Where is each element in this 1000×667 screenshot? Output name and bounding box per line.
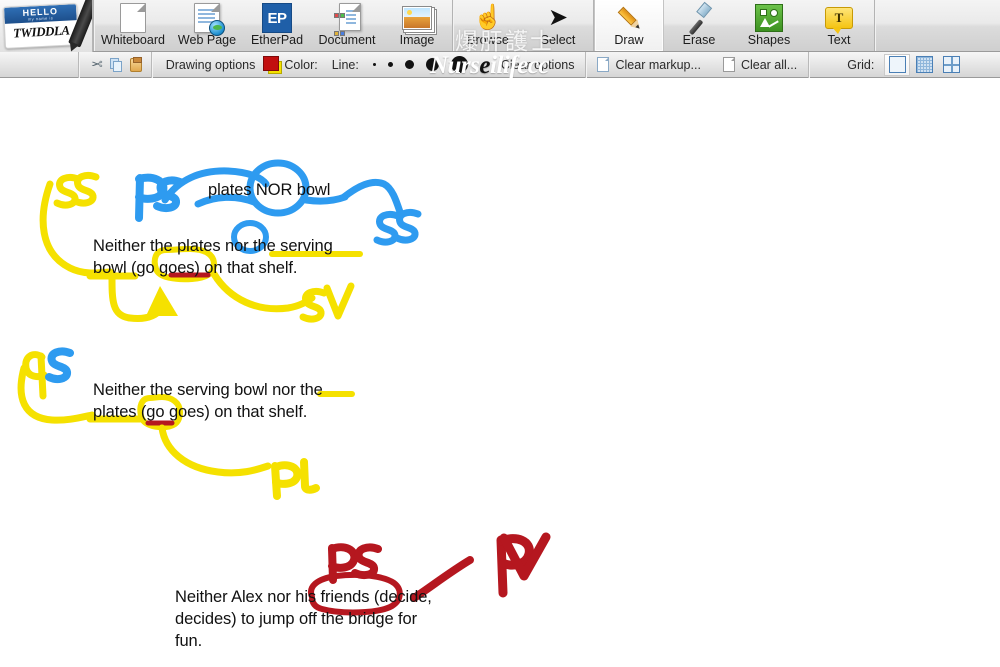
tab-document-label: Document <box>318 33 376 47</box>
line-width-1[interactable] <box>372 63 376 66</box>
line-width-3[interactable] <box>404 60 414 69</box>
grid-quad-button[interactable] <box>938 54 964 76</box>
color-swatch-button[interactable] <box>263 55 283 74</box>
clear-all-button[interactable]: Clear all... <box>712 57 808 72</box>
clear-all-label: Clear all... <box>740 57 798 72</box>
line-width-4[interactable] <box>425 58 439 71</box>
line-label: Line: <box>331 57 359 72</box>
line-width-group: Line: <box>322 56 468 73</box>
page-blue-icon <box>597 57 610 72</box>
tool-select-label: Select <box>540 33 576 47</box>
pencil-icon <box>614 3 644 33</box>
cursor-arrow-icon: ➤ <box>547 4 569 31</box>
eraser-icon <box>684 1 714 36</box>
ink-red-s-3 <box>351 543 382 580</box>
text-balloon-icon: T <box>825 3 853 34</box>
main-toolbar: HELLO my name is TWIDDLA Whiteboard Web … <box>0 0 1000 52</box>
ink-yellow-sv-curve <box>210 270 316 313</box>
image-icon <box>402 3 432 33</box>
twiddla-logo[interactable]: HELLO my name is TWIDDLA <box>0 0 93 52</box>
draw-tool-group: Draw Erase Shapes T Text <box>594 0 874 51</box>
line-width-2[interactable] <box>387 62 393 67</box>
tab-etherpad-label: EtherPad <box>250 33 304 47</box>
logo-brand-text: TWIDDLA <box>12 22 70 41</box>
tab-web-page[interactable]: Web Page <box>172 0 242 51</box>
document-icon <box>333 3 361 36</box>
clipboard-group: ✂ <box>79 56 151 73</box>
ink-blue-s-2 <box>45 347 74 384</box>
tool-browse[interactable]: ☝ Browse <box>453 0 523 51</box>
mode-tool-group: ☝ Browse ➤ Select <box>453 0 593 51</box>
ink-yellow-curve-pl <box>158 424 272 477</box>
line-width-5[interactable] <box>450 56 468 73</box>
clear-markup-button[interactable]: Clear markup... <box>586 57 711 72</box>
tab-web-page-label: Web Page <box>177 33 237 47</box>
paste-icon[interactable] <box>129 56 142 72</box>
sentence-block-2[interactable]: Neither the serving bowl nor the plates … <box>93 379 323 423</box>
hand-icon: ☝ <box>473 4 503 31</box>
tool-text[interactable]: T Text <box>804 0 874 51</box>
options-toolbar: ✂ Drawing options Color: Line: Clear opt… <box>0 51 1000 78</box>
ink-yellow-ss1-b <box>71 171 100 207</box>
tab-document[interactable]: Document <box>312 0 382 51</box>
twiddla-app: HELLO my name is TWIDDLA Whiteboard Web … <box>0 0 1000 667</box>
etherpad-icon: EP <box>262 3 292 33</box>
ink-yellow-arrowhead <box>146 286 178 316</box>
ink-yellow-v-of-sv <box>323 282 355 320</box>
toolbar-filler <box>875 0 1000 51</box>
tab-image-label: Image <box>399 33 435 47</box>
ink-blue-arc-right <box>340 178 404 216</box>
tab-etherpad[interactable]: EP EtherPad <box>242 0 312 51</box>
copy-icon[interactable] <box>109 57 123 72</box>
ink-blue-ss2-b <box>393 208 422 244</box>
clear-options-label: Clear options <box>500 57 575 72</box>
tab-image[interactable]: Image <box>382 0 452 51</box>
grid-label: Grid: <box>847 57 875 72</box>
tool-erase-label: Erase <box>682 33 716 47</box>
typed-note-block-1[interactable]: plates NOR bowl <box>208 179 330 201</box>
page-icon <box>120 3 146 33</box>
options-divider-3 <box>808 51 810 78</box>
tab-whiteboard[interactable]: Whiteboard <box>94 0 172 51</box>
tool-browse-label: Browse <box>467 33 509 47</box>
color-primary-chip <box>263 55 280 71</box>
grid-none-button[interactable] <box>884 53 911 76</box>
clear-markup-label: Clear markup... <box>615 57 701 72</box>
page-white-icon <box>722 57 735 72</box>
tool-shapes[interactable]: Shapes <box>734 0 804 51</box>
tool-shapes-label: Shapes <box>747 33 791 47</box>
grid-group: Grid: <box>837 53 965 76</box>
tool-text-label: Text <box>827 33 851 47</box>
clear-options-button[interactable]: Clear options <box>490 58 586 72</box>
content-tool-group: Whiteboard Web Page EP EtherPad Document… <box>94 0 452 51</box>
tool-erase[interactable]: Erase <box>664 0 734 51</box>
tab-whiteboard-label: Whiteboard <box>101 33 165 47</box>
web-page-icon <box>194 3 225 36</box>
tool-draw[interactable]: Draw <box>594 0 664 51</box>
grid-dots-button[interactable] <box>911 54 937 76</box>
whiteboard-canvas[interactable]: plates NOR bowl Neither the plates nor t… <box>0 78 1000 667</box>
tool-select[interactable]: ➤ Select <box>523 0 593 51</box>
color-label: Color: <box>284 57 318 72</box>
drawing-options-label: Drawing options <box>165 57 256 72</box>
scissors-icon[interactable]: ✂ <box>91 56 103 73</box>
sentence-block-1[interactable]: Neither the plates nor the serving bowl … <box>93 235 333 279</box>
shapes-icon <box>755 3 783 33</box>
ink-yellow-l-of-pl <box>300 458 320 494</box>
sentence-block-3[interactable]: Neither Alex nor his friends (decide, de… <box>175 586 432 652</box>
ink-layer <box>17 159 551 616</box>
